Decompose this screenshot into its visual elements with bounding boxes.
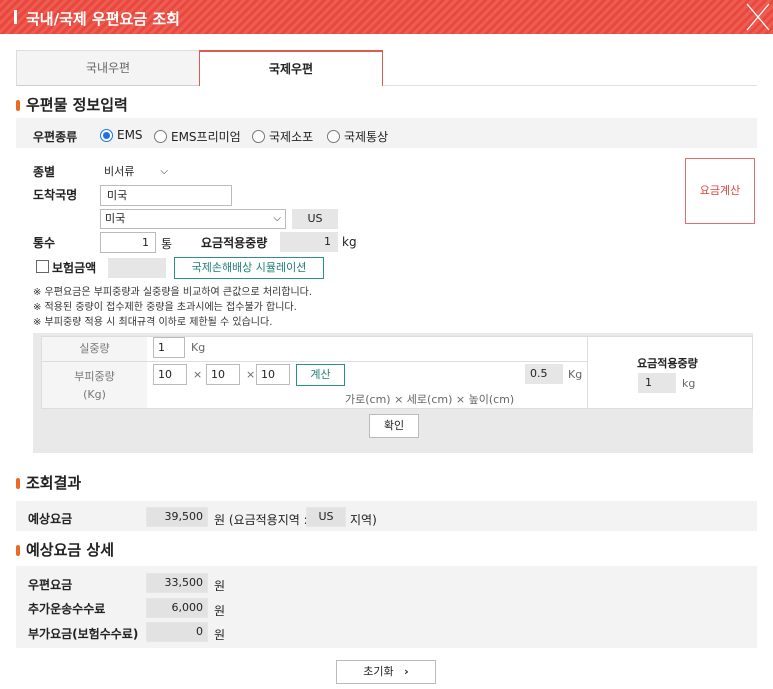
volume-calc-button[interactable]: 계산 <box>296 364 345 386</box>
tab-domestic[interactable]: 국내우편 <box>16 50 200 86</box>
calc-applied-weight-label: 요금적용중량 <box>637 357 698 370</box>
kind-label: 종별 <box>33 165 56 179</box>
actual-weight-unit: Kg <box>191 341 206 354</box>
calc-applied-weight-field: 1 <box>638 373 676 393</box>
volume-result-unit: Kg <box>568 368 583 381</box>
section-bullet-icon <box>16 545 20 556</box>
insurance-checkbox[interactable] <box>36 260 49 273</box>
radio-intl-parcel-label: 국제소포 <box>269 130 314 144</box>
radio-ems-premium[interactable]: EMS프리미엄 <box>154 128 241 145</box>
section-title-detail: 예상요금 상세 <box>16 539 114 560</box>
detail-unit-postage: 원 <box>214 579 226 593</box>
detail-label-shipping-fee: 추가운송수수료 <box>28 602 106 616</box>
section-title-input: 우편물 정보입력 <box>16 94 128 115</box>
title-bar: 국내/국제 우편요금 조회 <box>0 0 773 34</box>
dest-label: 도착국명 <box>33 188 78 202</box>
detail-value-shipping-fee: 6,000 <box>146 598 208 618</box>
reset-button[interactable]: 초기화 › <box>336 660 436 684</box>
radio-intl-mail-label: 국제통상 <box>344 130 389 144</box>
detail-label-insurance-fee: 부가요금(보험수수료) <box>28 627 139 641</box>
actual-weight-input[interactable]: 1 <box>153 337 185 358</box>
tab-divider <box>383 85 757 86</box>
country-code-field: US <box>292 209 338 229</box>
expected-fee-value: 39,500 <box>146 507 208 527</box>
detail-value-postage: 33,500 <box>146 573 208 593</box>
calc-applied-weight-unit: kg <box>682 377 696 390</box>
confirm-button[interactable]: 확인 <box>369 414 419 438</box>
length-input[interactable]: 10 <box>206 364 240 385</box>
radio-intl-parcel-icon <box>252 130 265 143</box>
radio-ems-premium-icon <box>154 130 167 143</box>
chevron-down-icon: ⌵ <box>160 166 168 177</box>
insurance-amount-field[interactable] <box>108 258 166 278</box>
note-3: ※ 부피중량 적용 시 최대규격 이하로 제한될 수 있습니다. <box>33 317 273 328</box>
chevron-right-icon: › <box>404 665 409 678</box>
radio-intl-parcel[interactable]: 국제소포 <box>252 128 313 145</box>
close-icon[interactable] <box>739 0 773 34</box>
times-sign-1: × <box>193 368 203 381</box>
detail-label-postage: 우편요금 <box>28 578 73 592</box>
volume-weight-label-line2: (Kg) <box>83 388 106 401</box>
radio-ems[interactable]: EMS <box>100 128 143 142</box>
radio-ems-icon <box>100 128 113 142</box>
reset-button-label: 초기화 <box>363 665 394 678</box>
radio-ems-label: EMS <box>117 128 143 142</box>
chevron-down-icon: ⌵ <box>273 213 281 224</box>
tab-international[interactable]: 국제우편 <box>199 50 383 86</box>
radio-intl-mail[interactable]: 국제통상 <box>327 128 388 145</box>
count-input[interactable]: 1 <box>100 232 156 253</box>
applied-weight-label: 요금적용중량 <box>201 236 268 250</box>
note-2: ※ 적용된 중량이 접수제한 중량을 초과시에는 접수불가 합니다. <box>33 302 297 313</box>
times-sign-2: × <box>246 368 256 381</box>
section-title-result-text: 조회결과 <box>26 474 82 492</box>
applied-weight-field: 1 <box>280 232 338 252</box>
section-title-result: 조회결과 <box>16 472 81 493</box>
dims-caption: 가로(cm) × 세로(cm) × 높이(cm) <box>345 393 515 406</box>
note-1: ※ 우편요금은 부피중량과 실중량을 비교하여 큰값으로 처리합니다. <box>33 287 313 298</box>
kind-select-value: 비서류 <box>104 165 135 178</box>
title-bar-accent <box>14 10 17 24</box>
section-bullet-icon <box>16 478 20 489</box>
volume-weight-label-line1: 부피중량 <box>74 370 115 383</box>
section-bullet-icon <box>16 100 20 111</box>
insurance-label: 보험금액 <box>52 261 97 275</box>
section-title-input-text: 우편물 정보입력 <box>26 96 128 114</box>
volume-weight-label: 부피중량 (Kg) <box>42 362 147 408</box>
calc-fee-button[interactable]: 요금계산 <box>685 158 755 224</box>
post-type-label: 우편종류 <box>33 130 78 144</box>
damage-simulation-button[interactable]: 국제손해배상 시뮬레이션 <box>174 257 324 279</box>
count-label: 통수 <box>33 236 56 250</box>
section-title-detail-text: 예상요금 상세 <box>26 541 115 559</box>
dest-country-select-value: 미국 <box>105 212 126 225</box>
volume-result-field: 0.5 <box>525 364 563 384</box>
result-row <box>16 501 757 531</box>
detail-unit-shipping-fee: 원 <box>214 604 226 618</box>
radio-intl-mail-icon <box>327 130 340 143</box>
dest-input[interactable]: 미국 <box>100 185 232 206</box>
fee-region-value: US <box>306 507 346 527</box>
radio-ems-premium-label: EMS프리미엄 <box>171 130 241 144</box>
height-input[interactable]: 10 <box>256 364 290 385</box>
width-input[interactable]: 10 <box>153 364 187 385</box>
expected-fee-unit: 원 (요금적용지역 : <box>214 513 308 527</box>
detail-unit-insurance-fee: 원 <box>214 628 226 642</box>
detail-value-insurance-fee: 0 <box>146 622 208 642</box>
fee-region-suffix: 지역) <box>350 513 377 527</box>
page-title: 국내/국제 우편요금 조회 <box>26 10 180 28</box>
expected-fee-label: 예상요금 <box>28 512 73 526</box>
count-unit: 통 <box>161 237 173 251</box>
dest-country-select[interactable]: 미국 ⌵ <box>100 209 286 229</box>
actual-weight-label: 실중량 <box>42 337 147 361</box>
applied-weight-unit: kg <box>342 235 357 249</box>
calc-col-divider <box>587 337 588 408</box>
kind-select[interactable]: 비서류 ⌵ <box>100 163 172 183</box>
